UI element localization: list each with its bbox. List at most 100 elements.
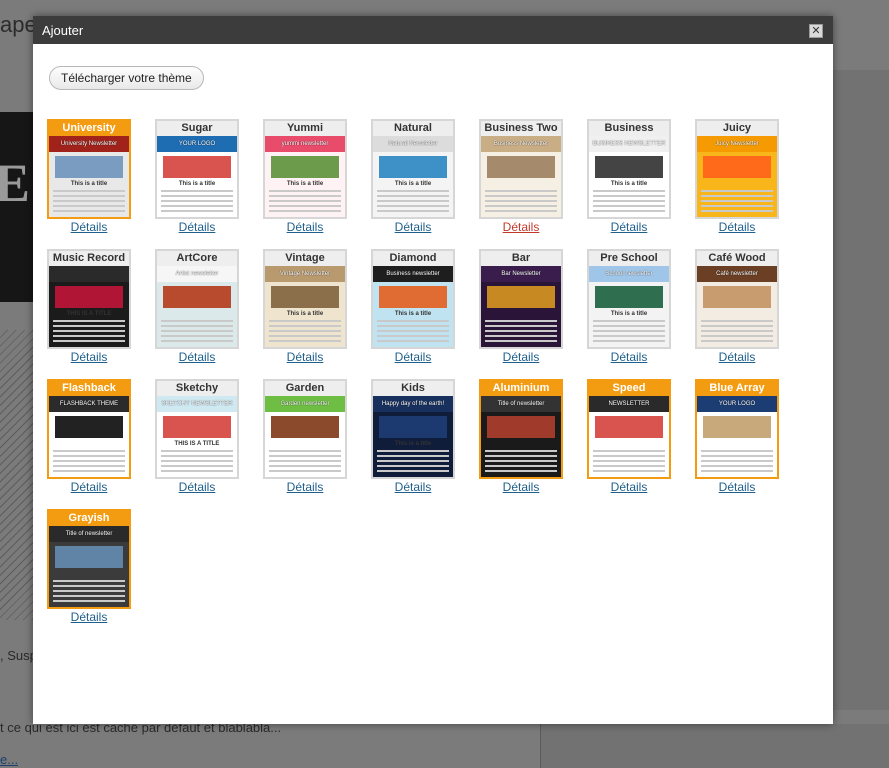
theme-thumbnail[interactable]: Speed NEWSLETTER xyxy=(587,379,671,479)
theme-thumbnail[interactable]: Blue Array YOUR LOGO xyxy=(695,379,779,479)
preview-title-text: This is a title xyxy=(610,311,648,317)
theme-tile[interactable]: Speed NEWSLETTER Détails xyxy=(587,379,671,494)
theme-tile[interactable]: Sketchy SKETCHY NEWSLETTER THIS IS A TITLE… xyxy=(155,379,239,494)
details-link[interactable]: Détails xyxy=(47,220,131,234)
details-link[interactable]: Détails xyxy=(695,220,779,234)
theme-tile[interactable]: Grayish Title of newsletter Détails xyxy=(47,509,131,624)
theme-tile[interactable]: Juicy Juicy Newsletter Détails xyxy=(695,119,779,234)
theme-preview-image: SKETCHY NEWSLETTER THIS IS A TITLE xyxy=(157,396,237,477)
preview-image-block xyxy=(55,286,123,308)
details-link[interactable]: Détails xyxy=(587,220,671,234)
preview-text-line xyxy=(53,580,125,582)
theme-name: Café Wood xyxy=(697,251,777,266)
preview-text-line xyxy=(161,455,233,457)
theme-thumbnail[interactable]: Vintage Vintage Newsletter This is a title xyxy=(263,249,347,349)
preview-text-line xyxy=(485,330,557,332)
details-link[interactable]: Détails xyxy=(263,220,347,234)
preview-title-text: This is a title xyxy=(394,181,432,187)
preview-text-line xyxy=(161,460,233,462)
theme-tile[interactable]: Natural Natural Newsletter This is a title… xyxy=(371,119,455,234)
theme-thumbnail[interactable]: Sugar YOUR LOGO This is a title xyxy=(155,119,239,219)
details-link[interactable]: Détails xyxy=(695,350,779,364)
theme-thumbnail[interactable]: Bar Bar Newsletter xyxy=(479,249,563,349)
details-link[interactable]: Détails xyxy=(371,350,455,364)
theme-preview-image: Business newsletter This is a title xyxy=(373,266,453,347)
details-link[interactable]: Détails xyxy=(479,480,563,494)
preview-image-block xyxy=(271,156,339,178)
theme-tile[interactable]: Business Two Business Newsletter Détails xyxy=(479,119,563,234)
background-comic-image xyxy=(0,330,34,620)
details-link[interactable]: Détails xyxy=(587,350,671,364)
theme-thumbnail[interactable]: Pre School School newsletter This is a tit… xyxy=(587,249,671,349)
theme-thumbnail[interactable]: Flashback FLASHBACK THEME xyxy=(47,379,131,479)
upload-theme-button[interactable]: Télécharger votre thème xyxy=(49,66,204,90)
theme-thumbnail[interactable]: Café Wood Café newsletter xyxy=(695,249,779,349)
theme-tile[interactable]: Garden Garden newsletter Détails xyxy=(263,379,347,494)
theme-tile[interactable]: Blue Array YOUR LOGO Détails xyxy=(695,379,779,494)
theme-thumbnail[interactable]: Aluminium Title of newsletter xyxy=(479,379,563,479)
theme-thumbnail[interactable]: Music Record THIS IS A TITLE xyxy=(47,249,131,349)
theme-tile[interactable]: ArtCore Artist newsletter Détails xyxy=(155,249,239,364)
details-link[interactable]: Détails xyxy=(155,480,239,494)
theme-thumbnail[interactable]: University University Newsletter This is a… xyxy=(47,119,131,219)
theme-thumbnail[interactable]: Business BUSINESS NEWSLETTER This is a tit… xyxy=(587,119,671,219)
details-link[interactable]: Détails xyxy=(695,480,779,494)
preview-image-block xyxy=(487,416,555,438)
preview-text-line xyxy=(593,340,665,342)
theme-tile[interactable]: Flashback FLASHBACK THEME Détails xyxy=(47,379,131,494)
preview-banner-text: yummi newsletter xyxy=(281,141,329,147)
theme-tile[interactable]: Café Wood Café newsletter Détails xyxy=(695,249,779,364)
preview-title-text: This is a title xyxy=(394,311,432,317)
preview-title-text: THIS IS A TITLE xyxy=(174,441,220,447)
theme-thumbnail[interactable]: Garden Garden newsletter xyxy=(263,379,347,479)
theme-name: Grayish xyxy=(49,511,129,526)
preview-image-block xyxy=(55,156,123,178)
theme-tile[interactable]: Sugar YOUR LOGO This is a title Détails xyxy=(155,119,239,234)
background-side-panel xyxy=(833,70,889,710)
details-link[interactable]: Détails xyxy=(587,480,671,494)
theme-tile[interactable]: Bar Bar Newsletter Détails xyxy=(479,249,563,364)
theme-thumbnail[interactable]: Kids Happy day of the earth! This is a tit… xyxy=(371,379,455,479)
details-link[interactable]: Détails xyxy=(155,350,239,364)
theme-preview-image: NEWSLETTER xyxy=(589,396,669,477)
theme-tile[interactable]: Music Record THIS IS A TITLE Détails xyxy=(47,249,131,364)
theme-tile[interactable]: Business BUSINESS NEWSLETTER This is a tit… xyxy=(587,119,671,234)
details-link[interactable]: Détails xyxy=(479,220,563,234)
theme-thumbnail[interactable]: Business Two Business Newsletter xyxy=(479,119,563,219)
details-link[interactable]: Détails xyxy=(479,350,563,364)
details-link[interactable]: Détails xyxy=(263,350,347,364)
theme-thumbnail[interactable]: Juicy Juicy Newsletter xyxy=(695,119,779,219)
preview-banner-text: BUSINESS NEWSLETTER xyxy=(592,141,666,147)
theme-name: Aluminium xyxy=(481,381,561,396)
theme-thumbnail[interactable]: Yummi yummi newsletter This is a title xyxy=(263,119,347,219)
preview-image-block xyxy=(487,286,555,308)
theme-tile[interactable]: University University Newsletter This is a… xyxy=(47,119,131,234)
theme-tile[interactable]: Diamond Business newsletter This is a titl… xyxy=(371,249,455,364)
theme-tile[interactable]: Pre School School newsletter This is a tit… xyxy=(587,249,671,364)
theme-thumbnail[interactable]: Grayish Title of newsletter xyxy=(47,509,131,609)
theme-thumbnail[interactable]: Natural Natural Newsletter This is a title xyxy=(371,119,455,219)
theme-thumbnail[interactable]: Diamond Business newsletter This is a titl… xyxy=(371,249,455,349)
preview-text-line xyxy=(161,190,233,192)
preview-text-line xyxy=(161,335,233,337)
theme-name: Flashback xyxy=(49,381,129,396)
background-link[interactable]: e... xyxy=(0,752,18,767)
details-link[interactable]: Détails xyxy=(47,350,131,364)
details-link[interactable]: Détails xyxy=(371,480,455,494)
theme-thumbnail[interactable]: Sketchy SKETCHY NEWSLETTER THIS IS A TITLE xyxy=(155,379,239,479)
theme-tile[interactable]: Kids Happy day of the earth! This is a tit… xyxy=(371,379,455,494)
theme-name: Vintage xyxy=(265,251,345,266)
theme-tile[interactable]: Yummi yummi newsletter This is a title Déta… xyxy=(263,119,347,234)
details-link[interactable]: Détails xyxy=(155,220,239,234)
details-link[interactable]: Détails xyxy=(371,220,455,234)
theme-tile[interactable]: Vintage Vintage Newsletter This is a title… xyxy=(263,249,347,364)
details-link[interactable]: Détails xyxy=(47,610,131,624)
close-icon[interactable]: ✕ xyxy=(809,24,823,38)
details-link[interactable]: Détails xyxy=(47,480,131,494)
preview-text-line xyxy=(701,205,773,207)
theme-tile[interactable]: Aluminium Title of newsletter Détails xyxy=(479,379,563,494)
details-link[interactable]: Détails xyxy=(263,480,347,494)
preview-banner-text: NEWSLETTER xyxy=(608,401,650,407)
theme-thumbnail[interactable]: ArtCore Artist newsletter xyxy=(155,249,239,349)
preview-text-line xyxy=(701,190,773,192)
